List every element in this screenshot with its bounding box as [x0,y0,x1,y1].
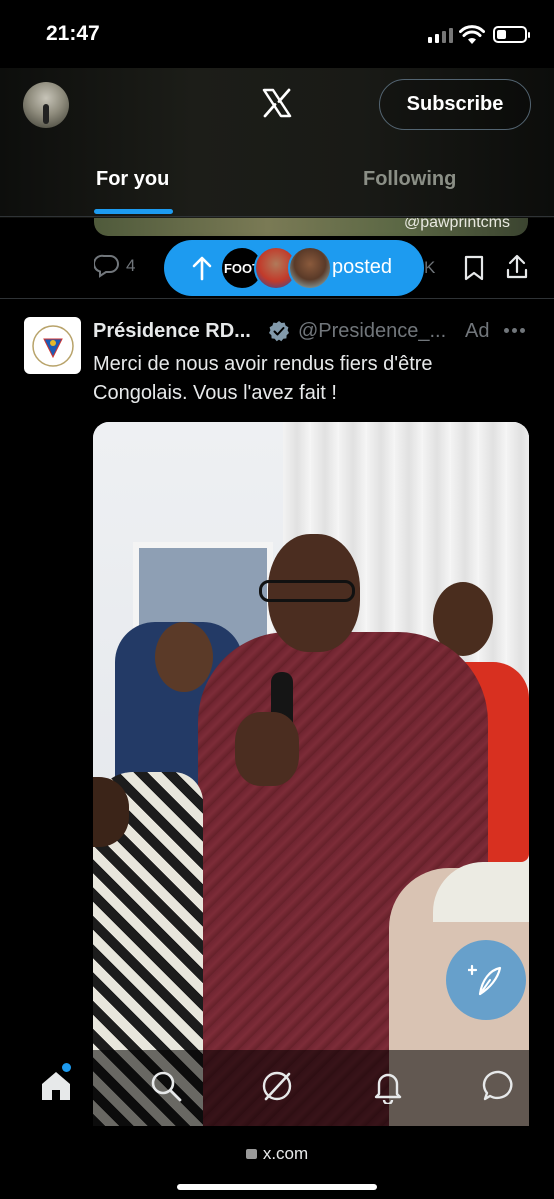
ad-label: Ad [465,320,490,342]
more-options-icon[interactable] [504,328,525,333]
status-bar: 21:47 [0,0,554,68]
ad-account-handle[interactable]: @Presidence_... [298,320,446,343]
top-header: Subscribe For you Following [0,68,554,218]
verified-badge-icon [269,321,289,342]
lock-icon [245,1149,257,1159]
battery-icon [493,26,530,43]
subscribe-button[interactable]: Subscribe [379,79,531,130]
arrow-up-icon [192,256,212,281]
new-posts-pill[interactable]: FOOT posted [164,240,424,296]
active-tab-indicator [94,209,173,214]
post-separator [0,298,554,299]
compose-button[interactable] [446,940,526,1020]
views-count: K [424,258,436,277]
post-video[interactable] [93,422,529,1142]
media-watermark: @pawprintcms [403,218,510,231]
search-icon[interactable] [148,1068,184,1104]
reply-count: 4 [126,256,136,275]
notifications-icon[interactable] [370,1068,406,1104]
profile-avatar[interactable] [23,82,69,128]
previous-post-media[interactable]: @pawprintcms [94,218,528,236]
poster-avatar [288,246,332,290]
home-indicator[interactable] [177,1184,377,1190]
ad-account-avatar[interactable] [24,317,81,374]
grok-icon[interactable] [259,1068,295,1104]
compose-feather-icon [468,964,502,996]
tab-following[interactable]: Following [363,168,456,191]
messages-icon[interactable] [481,1068,517,1104]
url-text: x.com [262,1144,309,1163]
wifi-icon [459,25,485,44]
x-logo-icon[interactable] [262,88,292,118]
presidency-seal-icon [31,324,74,367]
reply-button[interactable]: 4 [94,254,135,278]
home-notification-dot [62,1063,71,1072]
bookmark-icon[interactable] [463,255,485,281]
share-icon[interactable] [505,254,529,280]
post-text: Merci de nous avoir rendus fiers d'être … [93,353,433,404]
new-posts-label: posted [332,256,393,278]
bottom-navigation [0,1050,554,1126]
status-time: 21:47 [46,22,100,45]
cellular-signal-icon [428,28,453,43]
browser-url-bar[interactable]: x.com [0,1126,554,1199]
reply-icon [94,254,119,278]
tab-for-you[interactable]: For you [96,168,169,191]
header-divider [0,216,554,217]
ad-account-name[interactable]: Présidence RD... [93,320,251,343]
home-icon[interactable] [38,1068,74,1104]
